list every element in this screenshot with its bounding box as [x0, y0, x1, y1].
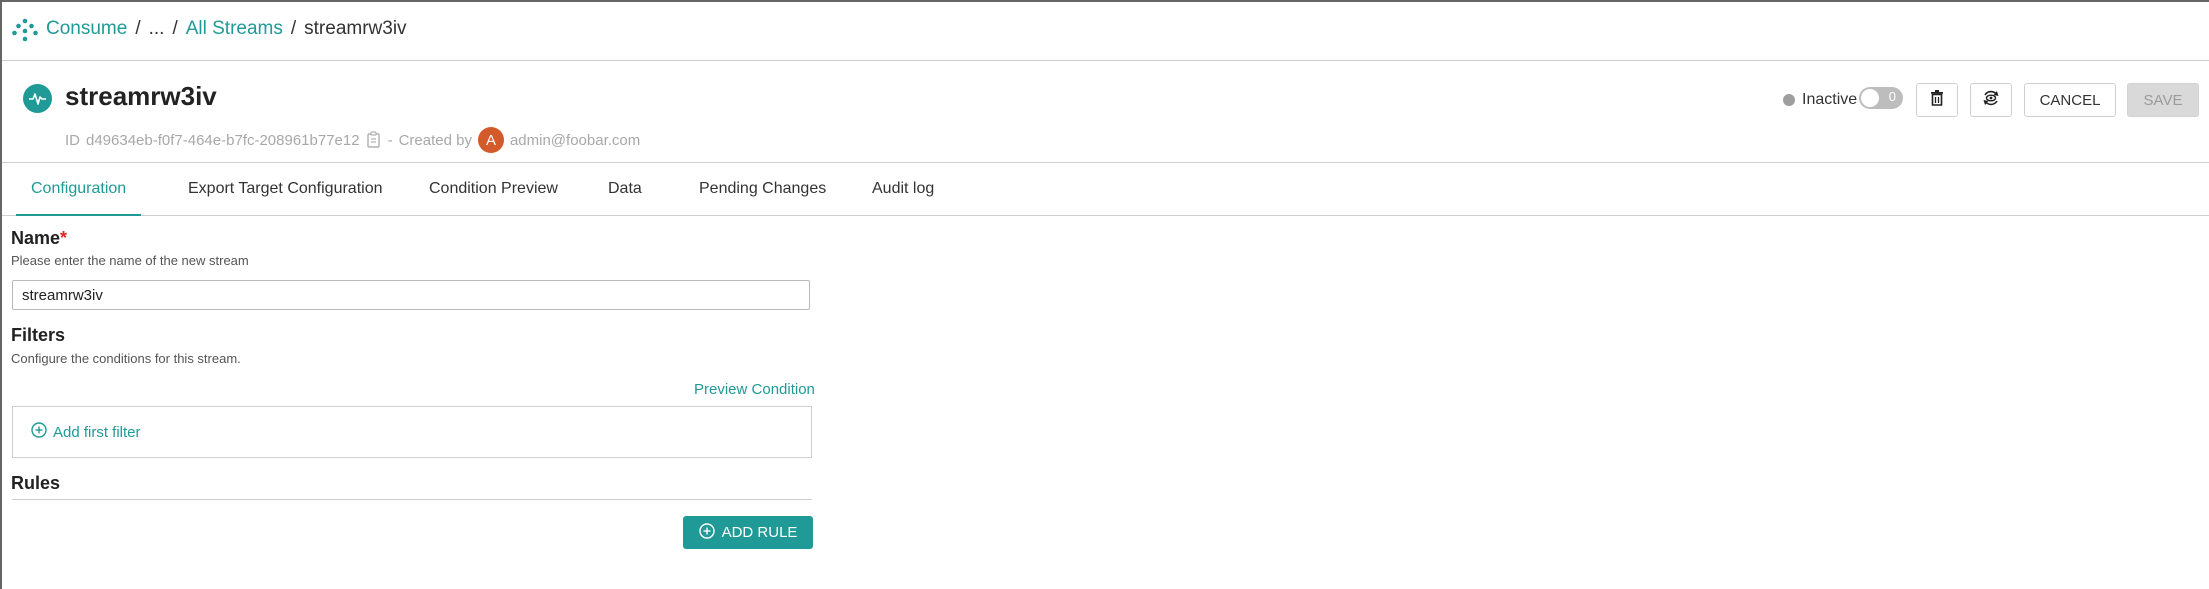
toggle-count: 0: [1888, 89, 1896, 104]
toggle-knob: [1861, 89, 1879, 107]
name-input[interactable]: [12, 280, 810, 310]
filters-label: Filters: [11, 325, 66, 345]
breadcrumb-separator: /: [135, 18, 141, 39]
status-indicator: Inactive: [1783, 91, 1857, 109]
add-circle-icon: [31, 422, 47, 442]
tab-export-target-configuration[interactable]: Export Target Configuration: [188, 163, 382, 214]
breadcrumb-separator: /: [172, 18, 178, 39]
breadcrumb-bar: Consume /... / All Streams / streamrw3iv: [2, 2, 2209, 61]
page-title: streamrw3iv: [65, 81, 217, 111]
stream-meta: ID d49634eb-f0f7-464e-b7fc-208961b77e12 …: [65, 127, 640, 153]
tab-data[interactable]: Data: [608, 163, 642, 214]
status-label: Inactive: [1802, 91, 1858, 108]
name-label-text: Name: [11, 228, 61, 248]
active-toggle[interactable]: 0: [1859, 87, 1903, 109]
status-dot-icon: [1783, 94, 1795, 106]
add-first-filter-label: Add first filter: [53, 423, 141, 441]
required-mark: *: [60, 228, 68, 248]
stream-id: d49634eb-f0f7-464e-b7fc-208961b77e12: [86, 131, 360, 149]
rules-label: Rules: [11, 473, 61, 493]
breadcrumb-ellipsis-link[interactable]: ...: [149, 18, 165, 39]
breadcrumb-current: streamrw3iv: [304, 18, 407, 39]
meta-dash: -: [387, 131, 393, 149]
copy-icon[interactable]: [366, 131, 382, 149]
preview-button[interactable]: [1970, 83, 2012, 117]
stream-header: streamrw3iv ID d49634eb-f0f7-464e-b7fc-2…: [2, 61, 2209, 163]
add-rule-button[interactable]: ADD RULE: [683, 516, 813, 549]
add-first-filter-button[interactable]: Add first filter: [31, 422, 141, 442]
breadcrumb-consume-link[interactable]: Consume: [46, 18, 127, 39]
save-button[interactable]: SAVE: [2127, 83, 2199, 117]
consume-logo-icon: [12, 18, 38, 42]
rules-divider: [12, 499, 812, 500]
eye-refresh-icon: [1982, 89, 2000, 112]
delete-button[interactable]: [1916, 83, 1958, 117]
avatar: A: [477, 127, 504, 153]
breadcrumb-all-streams-link[interactable]: All Streams: [186, 18, 283, 39]
tab-bar: Configuration Export Target Configuratio…: [2, 163, 2209, 216]
created-by-label: Created by: [398, 131, 472, 149]
name-help: Please enter the name of the new stream: [11, 253, 249, 268]
preview-condition-link[interactable]: Preview Condition: [694, 381, 815, 398]
name-label: Name*: [11, 228, 67, 249]
tab-pending-changes[interactable]: Pending Changes: [699, 163, 826, 214]
id-label: ID: [65, 131, 80, 149]
breadcrumb: Consume /... / All Streams / streamrw3iv: [46, 18, 407, 40]
creator-email: admin@foobar.com: [509, 131, 641, 149]
add-rule-label: ADD RULE: [721, 524, 798, 541]
trash-icon: [1930, 89, 1944, 111]
tab-condition-preview[interactable]: Condition Preview: [429, 163, 558, 214]
tab-configuration[interactable]: Configuration: [16, 163, 142, 216]
filters-help: Configure the conditions for this stream…: [11, 351, 241, 366]
tab-audit-log[interactable]: Audit log: [872, 163, 934, 214]
add-circle-icon: [698, 522, 715, 543]
breadcrumb-separator: /: [290, 18, 297, 39]
stream-pulse-icon: [23, 84, 52, 113]
cancel-button[interactable]: CANCEL: [2024, 83, 2116, 117]
filter-box: Add first filter: [12, 406, 812, 458]
